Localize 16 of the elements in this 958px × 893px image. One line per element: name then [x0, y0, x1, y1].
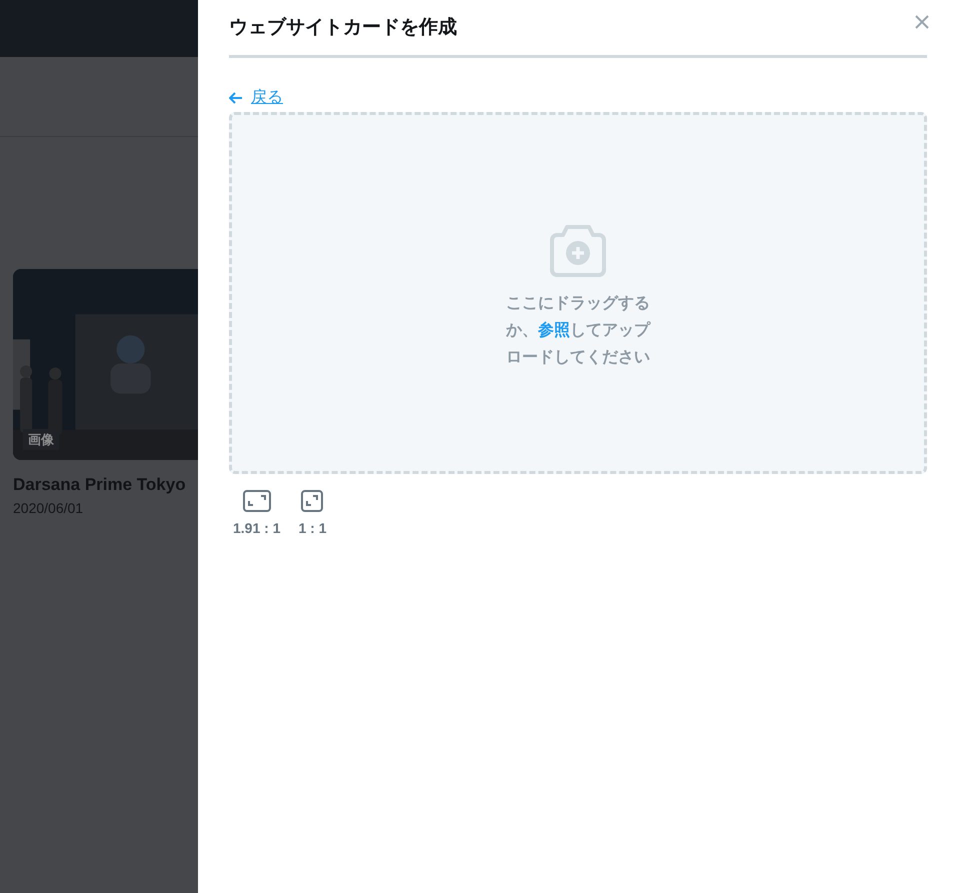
back-link[interactable]: 戻る	[229, 88, 283, 108]
card-title: Darsana Prime Tokyo	[13, 474, 185, 496]
close-button[interactable]	[914, 14, 930, 30]
image-card[interactable]: 画像	[13, 269, 198, 460]
aspect-ratio-option[interactable]: 1 : 1	[298, 490, 326, 539]
browse-link[interactable]: 参照	[538, 322, 570, 338]
back-arrow-icon	[229, 92, 243, 104]
panel-title: ウェブサイトカードを作成	[229, 16, 457, 40]
aspect-ratio-icon	[242, 490, 271, 512]
upload-dropzone[interactable]: ここにドラッグするか、参照 してアップロードしてください	[229, 112, 927, 474]
camera-plus-icon	[550, 224, 606, 278]
close-icon	[914, 14, 930, 30]
media-type-label: 画像	[23, 428, 59, 450]
upload-instructions: ここにドラッグするか、参照 してアップロードしてください	[505, 294, 652, 368]
aspect-ratio-option[interactable]: 1.91 : 1	[233, 490, 280, 539]
aspect-ratio-icon	[301, 490, 324, 512]
